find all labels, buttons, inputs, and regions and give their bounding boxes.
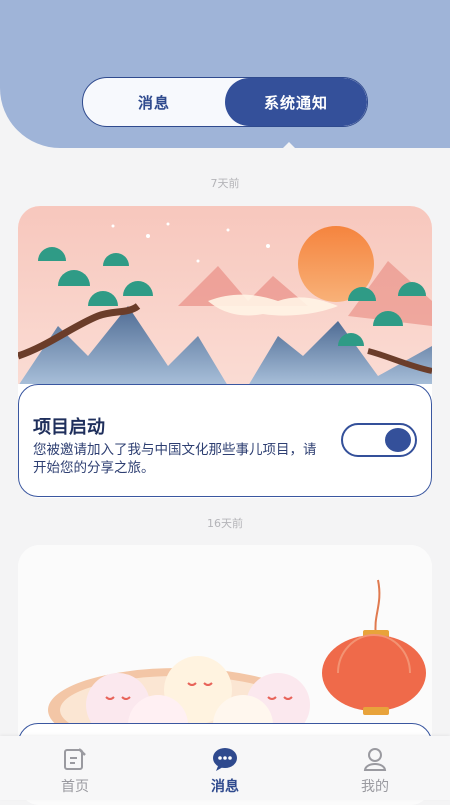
- notification-description: 您被邀请加入了我与中国文化那些事儿项目，请开始您的分享之旅。: [33, 442, 317, 476]
- segmented-control: 消息 系统通知: [82, 77, 368, 127]
- nav-home-label: 首页: [61, 779, 89, 795]
- edit-icon: [64, 748, 86, 770]
- timestamp: 7天前: [210, 177, 240, 190]
- toggle-knob: [385, 428, 411, 452]
- bottom-navigation: 首页 消息 我的: [0, 736, 450, 800]
- notification-toggle[interactable]: [341, 423, 417, 457]
- nav-messages[interactable]: 消息: [150, 736, 300, 800]
- notification-title: 项目启动: [33, 417, 105, 438]
- nav-profile[interactable]: 我的: [300, 736, 450, 800]
- notification-info-panel: 项目启动 您被邀请加入了我与中国文化那些事儿项目，请开始您的分享之旅。: [18, 384, 432, 497]
- tab-messages[interactable]: 消息: [83, 78, 225, 126]
- tab-system-notice[interactable]: 系统通知: [225, 78, 367, 126]
- nav-home[interactable]: 首页: [0, 736, 150, 800]
- timestamp: 16天前: [207, 517, 243, 530]
- nav-profile-label: 我的: [361, 779, 389, 795]
- user-icon: [363, 748, 387, 771]
- nav-messages-label: 消息: [211, 779, 239, 795]
- chat-bubble-icon: [213, 748, 237, 771]
- active-tab-pointer: [282, 142, 296, 149]
